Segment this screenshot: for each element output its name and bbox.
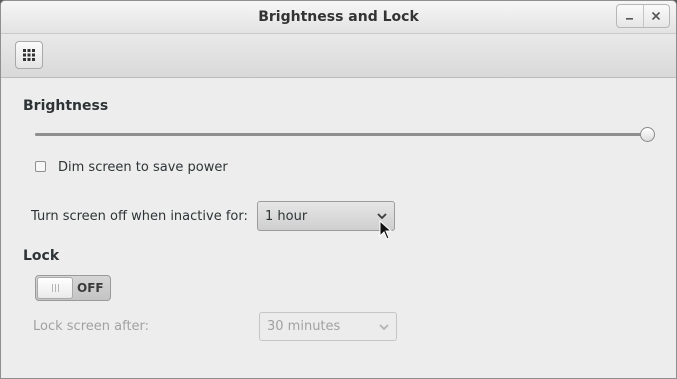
screen-off-label: Turn screen off when inactive for:: [31, 209, 248, 224]
lock-after-dropdown-value: 30 minutes: [267, 319, 341, 334]
brightness-slider-handle[interactable]: [640, 127, 655, 142]
lock-after-dropdown: 30 minutes: [259, 312, 397, 341]
chevron-down-icon: [379, 324, 389, 331]
brightness-heading: Brightness: [23, 98, 109, 114]
minimize-icon: [625, 18, 633, 20]
screen-off-dropdown[interactable]: 1 hour: [257, 201, 395, 231]
brightness-slider-fill: [35, 133, 649, 136]
app-grid-icon: [23, 49, 35, 61]
lock-heading: Lock: [23, 248, 60, 264]
brightness-lock-window: Brightness and Lock Brightness Dim scree…: [0, 0, 677, 379]
close-button[interactable]: [642, 5, 670, 27]
close-icon: [652, 11, 661, 21]
lock-switch[interactable]: OFF: [35, 275, 111, 301]
title-bar[interactable]: Brightness and Lock: [1, 1, 676, 34]
mouse-pointer-icon: [379, 220, 393, 240]
dim-screen-checkbox[interactable]: [35, 161, 46, 172]
window-controls: [616, 4, 670, 28]
lock-after-label: Lock screen after:: [33, 319, 150, 334]
brightness-slider-track[interactable]: [35, 133, 649, 136]
lock-switch-state: OFF: [77, 281, 104, 295]
window-title: Brightness and Lock: [258, 9, 419, 25]
dim-screen-label[interactable]: Dim screen to save power: [58, 160, 228, 175]
toolbar: [1, 34, 676, 78]
show-all-settings-button[interactable]: [15, 41, 43, 69]
minimize-button[interactable]: [617, 5, 643, 27]
lock-switch-knob[interactable]: [37, 277, 73, 299]
screen-off-dropdown-value: 1 hour: [265, 208, 308, 224]
